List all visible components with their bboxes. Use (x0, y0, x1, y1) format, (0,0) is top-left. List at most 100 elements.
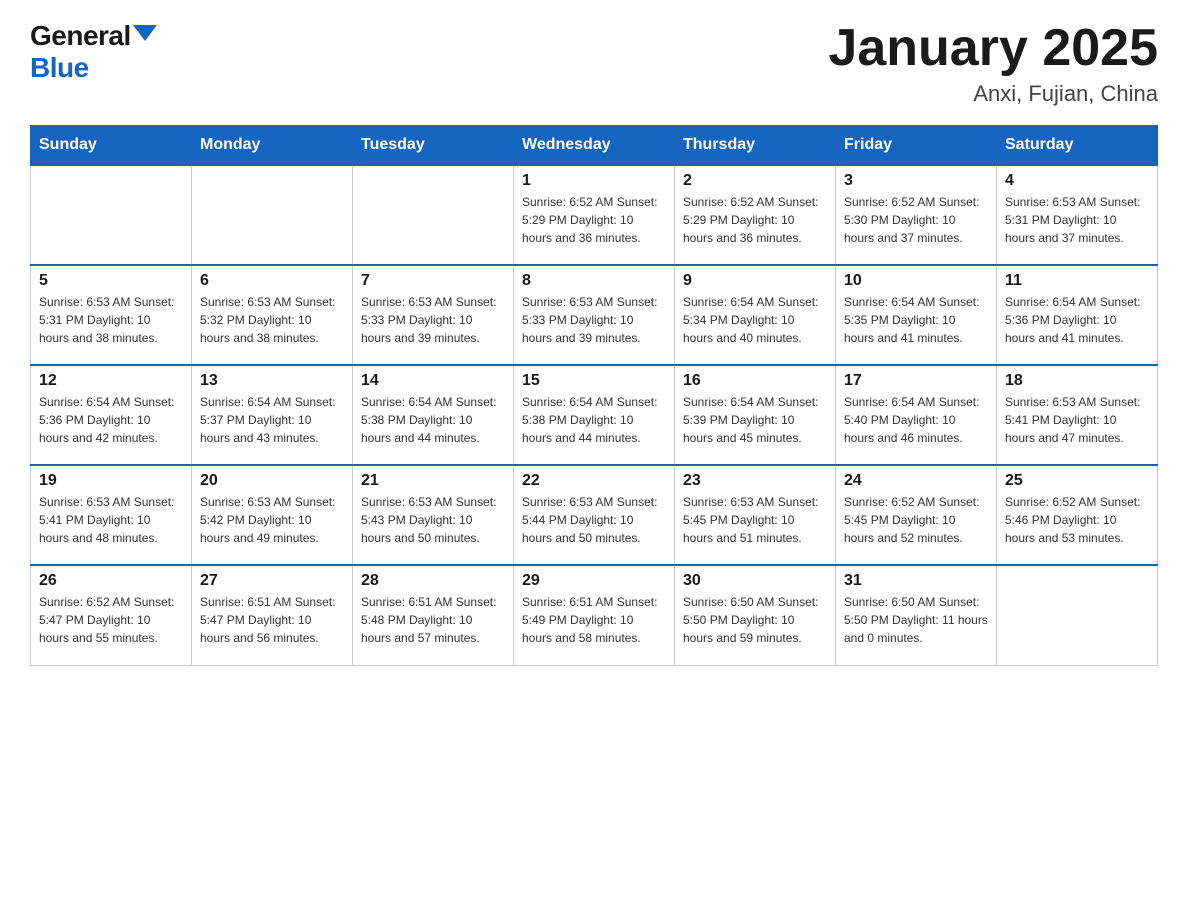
day-number: 19 (39, 472, 183, 490)
day-number: 2 (683, 172, 827, 190)
header-day-sunday: Sunday (31, 126, 192, 166)
header-day-tuesday: Tuesday (353, 126, 514, 166)
calendar-cell: 3Sunrise: 6:52 AM Sunset: 5:30 PM Daylig… (836, 165, 997, 265)
day-number: 17 (844, 372, 988, 390)
calendar-cell: 19 Sunrise: 6:53 AM Sunset: 5:41 PM Dayli… (31, 465, 192, 565)
day-number: 14 (361, 372, 505, 390)
day-info: Sunrise: 6:51 AM Sunset: 5:48 PM Dayligh… (361, 593, 505, 647)
calendar-cell: 22 Sunrise: 6:53 AM Sunset: 5:44 PM Dayli… (514, 465, 675, 565)
calendar-cell: 23Sunrise: 6:53 AM Sunset: 5:45 PM Dayli… (675, 465, 836, 565)
month-title: January 2025 (828, 20, 1158, 77)
logo-triangle-icon (133, 25, 157, 41)
day-info: Sunrise: 6:54 AM Sunset: 5:34 PM Dayligh… (683, 293, 827, 347)
day-number: 11 (1005, 272, 1149, 290)
calendar-cell: 16 Sunrise: 6:54 AM Sunset: 5:39 PM Dayli… (675, 365, 836, 465)
calendar-body: 1 Sunrise: 6:52 AM Sunset: 5:29 PM Daylig… (31, 165, 1158, 665)
day-number: 23 (683, 472, 827, 490)
calendar-cell: 29 Sunrise: 6:51 AM Sunset: 5:49 PM Dayli… (514, 565, 675, 665)
calendar-cell (997, 565, 1158, 665)
day-number: 21 (361, 472, 505, 490)
day-info: Sunrise: 6:54 AM Sunset: 5:37 PM Dayligh… (200, 393, 344, 447)
title-block: January 2025 Anxi, Fujian, China (828, 20, 1158, 107)
calendar-cell: 4 Sunrise: 6:53 AM Sunset: 5:31 PM Daylig… (997, 165, 1158, 265)
day-info: Sunrise: 6:54 AM Sunset: 5:35 PM Dayligh… (844, 293, 988, 347)
day-info: Sunrise: 6:53 AM Sunset: 5:43 PM Dayligh… (361, 493, 505, 547)
logo-blue-text: Blue (30, 52, 157, 84)
day-info: Sunrise: 6:53 AM Sunset: 5:31 PM Dayligh… (39, 293, 183, 347)
day-number: 4 (1005, 172, 1149, 190)
day-info: Sunrise: 6:52 AM Sunset: 5:45 PM Dayligh… (844, 493, 988, 547)
day-number: 22 (522, 472, 666, 490)
day-info: Sunrise: 6:53 AM Sunset: 5:42 PM Dayligh… (200, 493, 344, 547)
calendar-cell: 24Sunrise: 6:52 AM Sunset: 5:45 PM Dayli… (836, 465, 997, 565)
header-day-monday: Monday (192, 126, 353, 166)
day-info: Sunrise: 6:51 AM Sunset: 5:49 PM Dayligh… (522, 593, 666, 647)
calendar-cell: 26 Sunrise: 6:52 AM Sunset: 5:47 PM Dayli… (31, 565, 192, 665)
calendar-cell: 27 Sunrise: 6:51 AM Sunset: 5:47 PM Dayli… (192, 565, 353, 665)
calendar-header: SundayMondayTuesdayWednesdayThursdayFrid… (31, 126, 1158, 166)
day-info: Sunrise: 6:54 AM Sunset: 5:39 PM Dayligh… (683, 393, 827, 447)
week-row-3: 12 Sunrise: 6:54 AM Sunset: 5:36 PM Dayli… (31, 365, 1158, 465)
day-number: 12 (39, 372, 183, 390)
day-number: 13 (200, 372, 344, 390)
day-info: Sunrise: 6:53 AM Sunset: 5:33 PM Dayligh… (522, 293, 666, 347)
calendar-cell: 8Sunrise: 6:53 AM Sunset: 5:33 PM Daylig… (514, 265, 675, 365)
header-row: SundayMondayTuesdayWednesdayThursdayFrid… (31, 126, 1158, 166)
day-number: 27 (200, 572, 344, 590)
calendar-cell (353, 165, 514, 265)
logo-general-text: General (30, 20, 131, 52)
calendar-cell: 1 Sunrise: 6:52 AM Sunset: 5:29 PM Daylig… (514, 165, 675, 265)
day-info: Sunrise: 6:52 AM Sunset: 5:29 PM Dayligh… (522, 193, 666, 247)
calendar-cell: 5 Sunrise: 6:53 AM Sunset: 5:31 PM Daylig… (31, 265, 192, 365)
calendar-cell: 28 Sunrise: 6:51 AM Sunset: 5:48 PM Dayli… (353, 565, 514, 665)
day-info: Sunrise: 6:54 AM Sunset: 5:36 PM Dayligh… (1005, 293, 1149, 347)
day-info: Sunrise: 6:53 AM Sunset: 5:33 PM Dayligh… (361, 293, 505, 347)
calendar-cell: 12 Sunrise: 6:54 AM Sunset: 5:36 PM Dayli… (31, 365, 192, 465)
day-info: Sunrise: 6:52 AM Sunset: 5:29 PM Dayligh… (683, 193, 827, 247)
day-info: Sunrise: 6:54 AM Sunset: 5:40 PM Dayligh… (844, 393, 988, 447)
calendar-cell: 15Sunrise: 6:54 AM Sunset: 5:38 PM Dayli… (514, 365, 675, 465)
calendar-table: SundayMondayTuesdayWednesdayThursdayFrid… (30, 125, 1158, 666)
calendar-cell: 2 Sunrise: 6:52 AM Sunset: 5:29 PM Daylig… (675, 165, 836, 265)
day-info: Sunrise: 6:50 AM Sunset: 5:50 PM Dayligh… (844, 593, 988, 647)
day-number: 5 (39, 272, 183, 290)
header-day-saturday: Saturday (997, 126, 1158, 166)
header-day-wednesday: Wednesday (514, 126, 675, 166)
header-day-friday: Friday (836, 126, 997, 166)
day-number: 20 (200, 472, 344, 490)
calendar-cell (31, 165, 192, 265)
day-info: Sunrise: 6:51 AM Sunset: 5:47 PM Dayligh… (200, 593, 344, 647)
day-info: Sunrise: 6:53 AM Sunset: 5:32 PM Dayligh… (200, 293, 344, 347)
calendar-cell: 7 Sunrise: 6:53 AM Sunset: 5:33 PM Daylig… (353, 265, 514, 365)
day-info: Sunrise: 6:53 AM Sunset: 5:31 PM Dayligh… (1005, 193, 1149, 247)
week-row-5: 26 Sunrise: 6:52 AM Sunset: 5:47 PM Dayli… (31, 565, 1158, 665)
day-info: Sunrise: 6:52 AM Sunset: 5:30 PM Dayligh… (844, 193, 988, 247)
day-number: 28 (361, 572, 505, 590)
calendar-cell: 17 Sunrise: 6:54 AM Sunset: 5:40 PM Dayli… (836, 365, 997, 465)
day-info: Sunrise: 6:50 AM Sunset: 5:50 PM Dayligh… (683, 593, 827, 647)
week-row-2: 5 Sunrise: 6:53 AM Sunset: 5:31 PM Daylig… (31, 265, 1158, 365)
day-info: Sunrise: 6:52 AM Sunset: 5:47 PM Dayligh… (39, 593, 183, 647)
day-number: 29 (522, 572, 666, 590)
day-number: 31 (844, 572, 988, 590)
day-number: 16 (683, 372, 827, 390)
calendar-cell: 30 Sunrise: 6:50 AM Sunset: 5:50 PM Dayli… (675, 565, 836, 665)
calendar-cell: 18Sunrise: 6:53 AM Sunset: 5:41 PM Dayli… (997, 365, 1158, 465)
week-row-1: 1 Sunrise: 6:52 AM Sunset: 5:29 PM Daylig… (31, 165, 1158, 265)
day-info: Sunrise: 6:54 AM Sunset: 5:36 PM Dayligh… (39, 393, 183, 447)
calendar-cell: 11 Sunrise: 6:54 AM Sunset: 5:36 PM Dayli… (997, 265, 1158, 365)
week-row-4: 19 Sunrise: 6:53 AM Sunset: 5:41 PM Dayli… (31, 465, 1158, 565)
day-info: Sunrise: 6:52 AM Sunset: 5:46 PM Dayligh… (1005, 493, 1149, 547)
day-info: Sunrise: 6:54 AM Sunset: 5:38 PM Dayligh… (522, 393, 666, 447)
location-title: Anxi, Fujian, China (828, 81, 1158, 107)
calendar-cell (192, 165, 353, 265)
day-info: Sunrise: 6:53 AM Sunset: 5:41 PM Dayligh… (39, 493, 183, 547)
calendar-cell: 6Sunrise: 6:53 AM Sunset: 5:32 PM Daylig… (192, 265, 353, 365)
day-info: Sunrise: 6:53 AM Sunset: 5:44 PM Dayligh… (522, 493, 666, 547)
calendar-cell: 20 Sunrise: 6:53 AM Sunset: 5:42 PM Dayli… (192, 465, 353, 565)
calendar-cell: 31 Sunrise: 6:50 AM Sunset: 5:50 PM Dayli… (836, 565, 997, 665)
day-number: 30 (683, 572, 827, 590)
day-number: 26 (39, 572, 183, 590)
day-number: 7 (361, 272, 505, 290)
day-number: 1 (522, 172, 666, 190)
